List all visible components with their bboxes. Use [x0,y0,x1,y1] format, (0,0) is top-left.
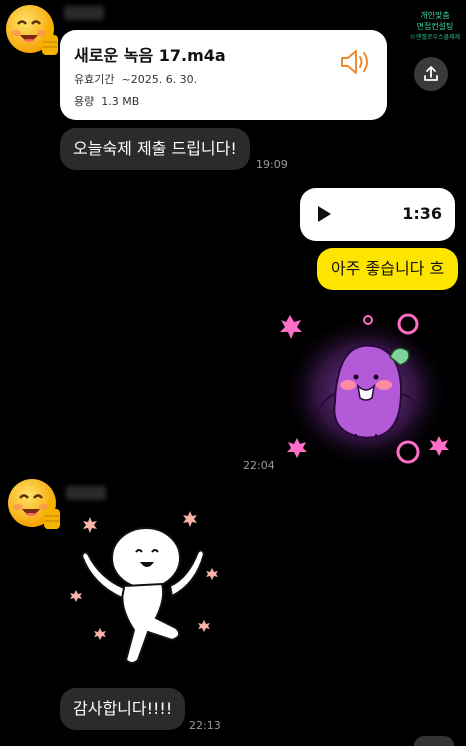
share-icon [424,66,438,81]
my-message-bubble[interactable]: 아주 좋습니다 흐 [317,248,459,290]
message-bubble[interactable]: 오늘숙제 제출 드립니다! [60,128,250,170]
play-icon[interactable] [318,206,331,222]
scroll-down-button[interactable] [414,736,454,746]
watermark-line1: 개인맞춤 [420,11,450,20]
file-name: 새로운 녹음 17.m4a [74,46,226,65]
audio-file-card[interactable]: 새로운 녹음 17.m4a 유효기간 ~2025. 6. 30. 용량 1.3 … [60,30,387,120]
watermark: 개인맞춤 면접컨설팅 ©엔젤로우스쿨제제 [404,10,466,43]
sender-name [64,6,104,20]
sender-avatar[interactable] [6,476,64,534]
speaker-icon[interactable] [339,48,371,76]
message-bubble[interactable]: 감사합니다!!!! [60,688,186,730]
sender-avatar[interactable] [4,2,62,60]
watermark-line3: ©엔젤로우스쿨제제 [409,34,461,41]
message-time: 22:04 [243,459,275,472]
voice-message[interactable]: 1:36 [300,188,455,241]
sender-name [66,486,106,500]
voice-duration: 1:36 [402,204,442,223]
expiry-value: ~2025. 6. 30. [121,73,198,86]
size-label: 용량 [74,95,95,108]
size-value: 1.3 MB [101,95,140,108]
thumbs-up-emoji-icon [8,479,60,529]
share-button[interactable] [414,57,448,91]
file-expiry-row: 유효기간 ~2025. 6. 30. [74,71,197,87]
message-time: 19:09 [256,158,288,171]
thumbs-up-emoji-icon [6,5,58,55]
white-character-sticker[interactable] [64,508,234,676]
purple-character-sticker[interactable] [278,302,458,472]
file-size-row: 용량 1.3 MB [74,93,139,109]
watermark-line2: 면접컨설팅 [416,22,454,31]
expiry-label: 유효기간 [74,73,115,86]
message-time: 22:13 [189,719,221,732]
